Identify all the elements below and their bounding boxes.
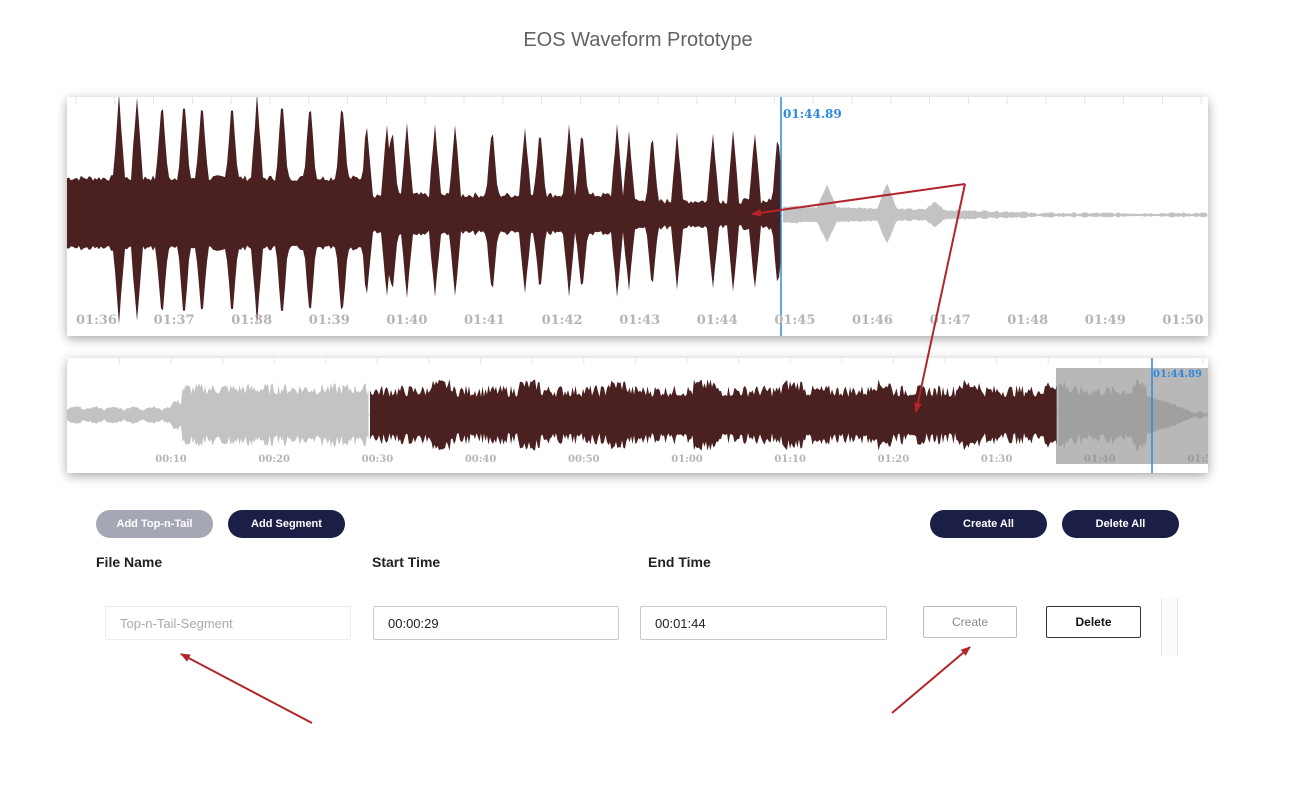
overview-unselected <box>67 383 369 447</box>
file-name-header: File Name <box>96 554 163 570</box>
annotation-arrow <box>180 653 313 724</box>
zoom-tick-label: 01:39 <box>309 313 350 328</box>
row-scrollbar[interactable] <box>1161 598 1178 656</box>
end-time-input[interactable] <box>640 606 887 640</box>
start-time-input[interactable] <box>373 606 619 640</box>
zoom-tick-label: 01:42 <box>542 313 583 328</box>
create-all-button[interactable]: Create All <box>930 510 1047 538</box>
zoom-tick-label: 01:47 <box>930 313 971 328</box>
zoom-tick-label: 01:40 <box>386 313 427 328</box>
zoom-tick-label: 01:38 <box>231 313 272 328</box>
add-segment-button[interactable]: Add Segment <box>228 510 345 538</box>
zoom-waveform-panel[interactable]: 01:44.89 01:36 01:37 01:38 01:39 01:40 01:41 01… <box>67 97 1208 336</box>
overview-tick-label: 00:50 <box>568 454 600 465</box>
file-name-input[interactable] <box>105 606 351 640</box>
zoom-tick-label: 01:44 <box>697 313 738 328</box>
overview-tick-label: 00:40 <box>465 454 497 465</box>
playhead-time-label: 01:44.89 <box>783 107 842 121</box>
create-button[interactable]: Create <box>923 606 1017 638</box>
waveform-unplayed <box>783 183 1207 244</box>
end-time-header: End Time <box>648 554 711 570</box>
overview-tick-label: 01:00 <box>671 454 703 465</box>
zoom-tick-label: 01:50 <box>1162 313 1203 328</box>
viewport-window[interactable] <box>1056 368 1208 464</box>
zoom-tick-label: 01:46 <box>852 313 893 328</box>
overview-selected <box>370 379 1057 451</box>
overview-tick-label: 01:30 <box>981 454 1013 465</box>
zoom-tick-label: 01:45 <box>774 313 815 328</box>
zoom-tick-label: 01:43 <box>619 313 660 328</box>
overview-waveform-panel[interactable]: 00:10 00:20 00:30 00:40 00:50 01:00 01:10 01:20… <box>67 358 1208 473</box>
delete-all-button[interactable]: Delete All <box>1062 510 1179 538</box>
waveform-played <box>67 97 781 325</box>
add-top-n-tail-button[interactable]: Add Top-n-Tail <box>96 510 213 538</box>
overview-playhead-label: 01:44.89 <box>1153 369 1202 380</box>
annotation-arrow <box>891 646 971 714</box>
zoom-tick-label: 01:41 <box>464 313 505 328</box>
start-time-header: Start Time <box>372 554 441 570</box>
zoom-tick-label: 01:37 <box>154 313 195 328</box>
page-title: EOS Waveform Prototype <box>523 29 753 51</box>
overview-tick-label: 01:20 <box>878 454 910 465</box>
zoom-tick-label: 01:49 <box>1085 313 1126 328</box>
zoom-waveform[interactable]: 01:44.89 01:36 01:37 01:38 01:39 01:40 01:41 01… <box>67 97 1208 336</box>
overview-tick-label: 00:30 <box>362 454 394 465</box>
overview-tick-label: 01:10 <box>774 454 806 465</box>
overview-tick-label: 00:10 <box>155 454 187 465</box>
delete-button[interactable]: Delete <box>1046 606 1141 638</box>
zoom-tick-label: 01:36 <box>76 313 117 328</box>
zoom-tick-label: 01:48 <box>1007 313 1048 328</box>
overview-waveform[interactable]: 00:10 00:20 00:30 00:40 00:50 01:00 01:10 01:20… <box>67 358 1208 473</box>
overview-tick-label: 00:20 <box>258 454 290 465</box>
